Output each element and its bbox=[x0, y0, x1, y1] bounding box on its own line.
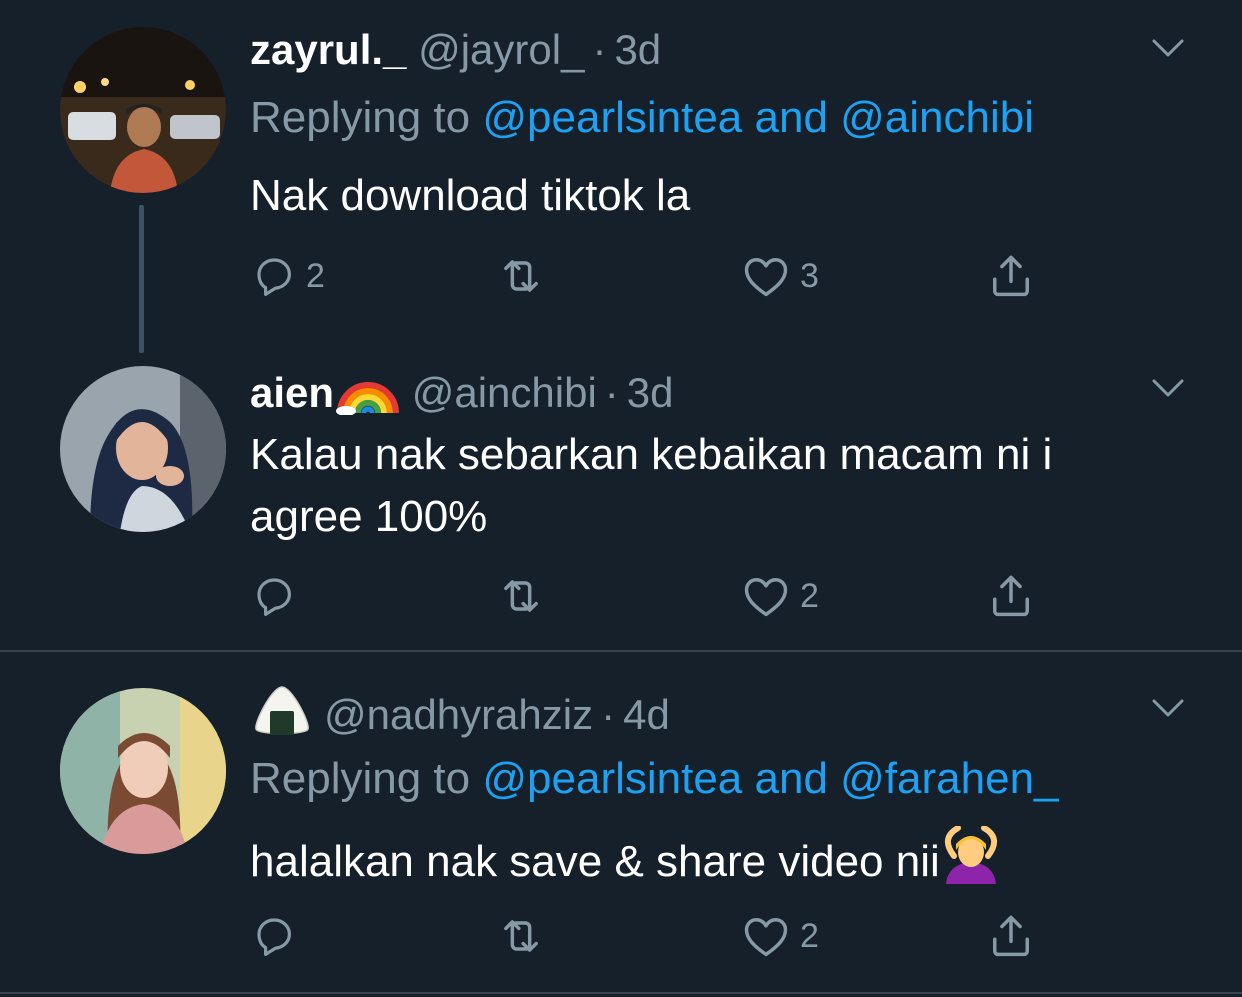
retweet-button[interactable] bbox=[495, 568, 555, 624]
share-icon bbox=[985, 910, 1037, 962]
share-button[interactable] bbox=[985, 248, 1037, 304]
like-button[interactable]: 2 bbox=[740, 908, 819, 964]
replying-to: Replying to @pearlsintea and @farahen_ bbox=[250, 753, 1059, 805]
replying-prefix: Replying to bbox=[250, 754, 483, 803]
share-button[interactable] bbox=[985, 568, 1037, 624]
timestamp[interactable]: 4d bbox=[623, 691, 670, 738]
heart-icon bbox=[740, 250, 792, 302]
replying-to-links[interactable]: @pearlsintea and @ainchibi bbox=[482, 93, 1034, 142]
tweet-text: halalkan nak save & share video nii bbox=[250, 825, 1150, 901]
chevron-down-icon[interactable] bbox=[1150, 696, 1186, 720]
reply-button[interactable] bbox=[250, 908, 306, 964]
rice-ball-emoji bbox=[252, 685, 312, 748]
tweet-zayrul[interactable]: zayrul._ @jayrol_ · 3d Replying to @pearls… bbox=[0, 0, 1242, 353]
share-icon bbox=[985, 250, 1037, 302]
retweet-icon bbox=[495, 910, 547, 962]
avatar[interactable] bbox=[60, 27, 226, 193]
separator-dot: · bbox=[592, 26, 607, 73]
action-bar: 2 bbox=[250, 908, 1050, 964]
tweet-header: zayrul._ @jayrol_ · 3d bbox=[250, 25, 661, 75]
share-icon bbox=[985, 570, 1037, 622]
timestamp[interactable]: 3d bbox=[627, 369, 674, 416]
separator-dot: · bbox=[601, 691, 616, 738]
tweet-header: aien @ainchibi · 3d bbox=[250, 365, 674, 426]
retweet-button[interactable] bbox=[495, 908, 555, 964]
heart-icon bbox=[740, 910, 792, 962]
chevron-down-icon[interactable] bbox=[1150, 376, 1186, 400]
timestamp[interactable]: 3d bbox=[614, 26, 661, 73]
user-handle[interactable]: @nadhyrahziz bbox=[324, 691, 593, 738]
thread-line bbox=[139, 205, 144, 353]
replying-to-links[interactable]: @pearlsintea and @farahen_ bbox=[482, 754, 1058, 803]
person-gesturing-ok-emoji bbox=[940, 825, 1002, 901]
like-button[interactable]: 2 bbox=[740, 568, 819, 624]
chevron-down-icon[interactable] bbox=[1150, 36, 1186, 60]
action-bar: 2 bbox=[250, 568, 1050, 624]
reply-icon bbox=[250, 252, 298, 300]
display-name[interactable]: zayrul._ bbox=[250, 26, 406, 73]
reply-count: 2 bbox=[306, 256, 325, 295]
reply-button[interactable] bbox=[250, 568, 306, 624]
like-count: 3 bbox=[800, 256, 819, 295]
retweet-icon bbox=[495, 570, 547, 622]
rainbow-emoji bbox=[336, 365, 400, 426]
avatar[interactable] bbox=[60, 366, 226, 532]
replying-to: Replying to @pearlsintea and @ainchibi bbox=[250, 92, 1034, 144]
tweet-text-content: halalkan nak save & share video nii bbox=[250, 837, 940, 886]
like-button[interactable]: 3 bbox=[740, 248, 819, 304]
heart-icon bbox=[740, 570, 792, 622]
reply-button[interactable]: 2 bbox=[250, 248, 325, 304]
tweet-header: @nadhyrahziz · 4d bbox=[250, 685, 670, 748]
action-bar: 2 3 bbox=[250, 248, 1050, 304]
like-count: 2 bbox=[800, 916, 819, 955]
tweet-nadhyrahziz[interactable]: @nadhyrahziz · 4d Replying to @pearlsintea… bbox=[0, 652, 1242, 992]
reply-icon bbox=[250, 572, 298, 620]
reply-icon bbox=[250, 912, 298, 960]
user-handle[interactable]: @jayrol_ bbox=[418, 26, 584, 73]
separator-dot: · bbox=[604, 369, 619, 416]
retweet-button[interactable] bbox=[495, 248, 555, 304]
tweet-text: Kalau nak sebarkan kebaikan macam ni i a… bbox=[250, 430, 1053, 541]
display-name[interactable]: aien bbox=[250, 369, 334, 416]
tweet-divider bbox=[0, 992, 1242, 994]
user-handle[interactable]: @ainchibi bbox=[412, 369, 597, 416]
share-button[interactable] bbox=[985, 908, 1037, 964]
tweet-aien[interactable]: aien @ainchibi · 3d Kalau nak sebarkan keb… bbox=[0, 340, 1242, 650]
tweet-text: Nak download tiktok la bbox=[250, 171, 691, 220]
replying-prefix: Replying to bbox=[250, 93, 483, 142]
like-count: 2 bbox=[800, 576, 819, 615]
avatar[interactable] bbox=[60, 688, 226, 854]
retweet-icon bbox=[495, 250, 547, 302]
